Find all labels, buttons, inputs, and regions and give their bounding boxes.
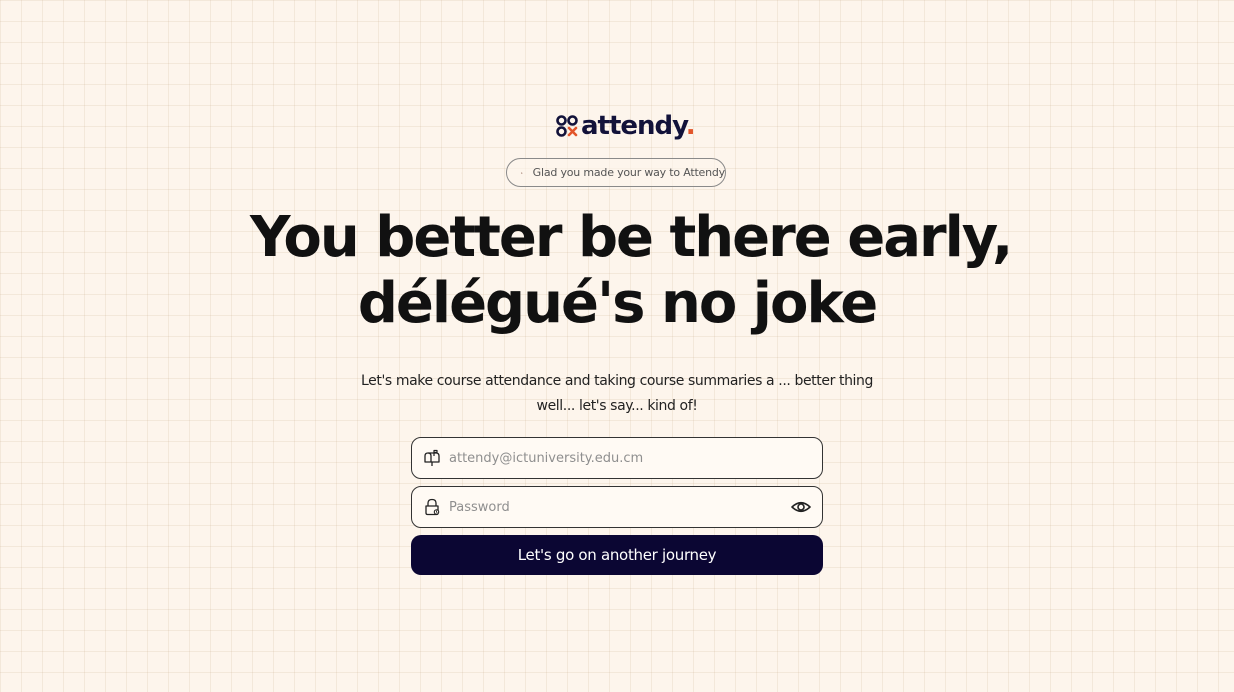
password-field[interactable] <box>411 486 823 528</box>
page-headline: You better be there early, délégué's no … <box>250 205 1013 337</box>
login-page: attendy. Glad you made your way to Atten… <box>0 0 1234 692</box>
page-subtitle: Let's make course attendance and taking … <box>330 369 904 419</box>
subtitle-line-1: Let's make course attendance and taking … <box>360 373 873 389</box>
eye-icon[interactable] <box>790 496 812 518</box>
attendy-logo: attendy. <box>556 110 696 142</box>
welcome-text: Glad you made your way to Attendy <box>532 166 726 179</box>
logo-text: attendy. <box>581 111 696 141</box>
headline-line-1: You better be there early, <box>250 205 1013 270</box>
lock-icon <box>425 498 440 516</box>
peace-hand-icon <box>521 171 523 174</box>
logo-mark-icon <box>556 115 578 137</box>
email-field[interactable] <box>411 437 823 479</box>
welcome-pill: Glad you made your way to Attendy <box>506 158 726 187</box>
mailbox-icon <box>424 449 440 466</box>
headline-line-2: délégué's no joke <box>357 271 878 336</box>
subtitle-line-2: well... let's say... kind of! <box>536 398 698 414</box>
email-input[interactable] <box>449 443 812 473</box>
submit-button[interactable]: Let's go on another journey <box>411 535 823 575</box>
password-input[interactable] <box>449 492 790 522</box>
